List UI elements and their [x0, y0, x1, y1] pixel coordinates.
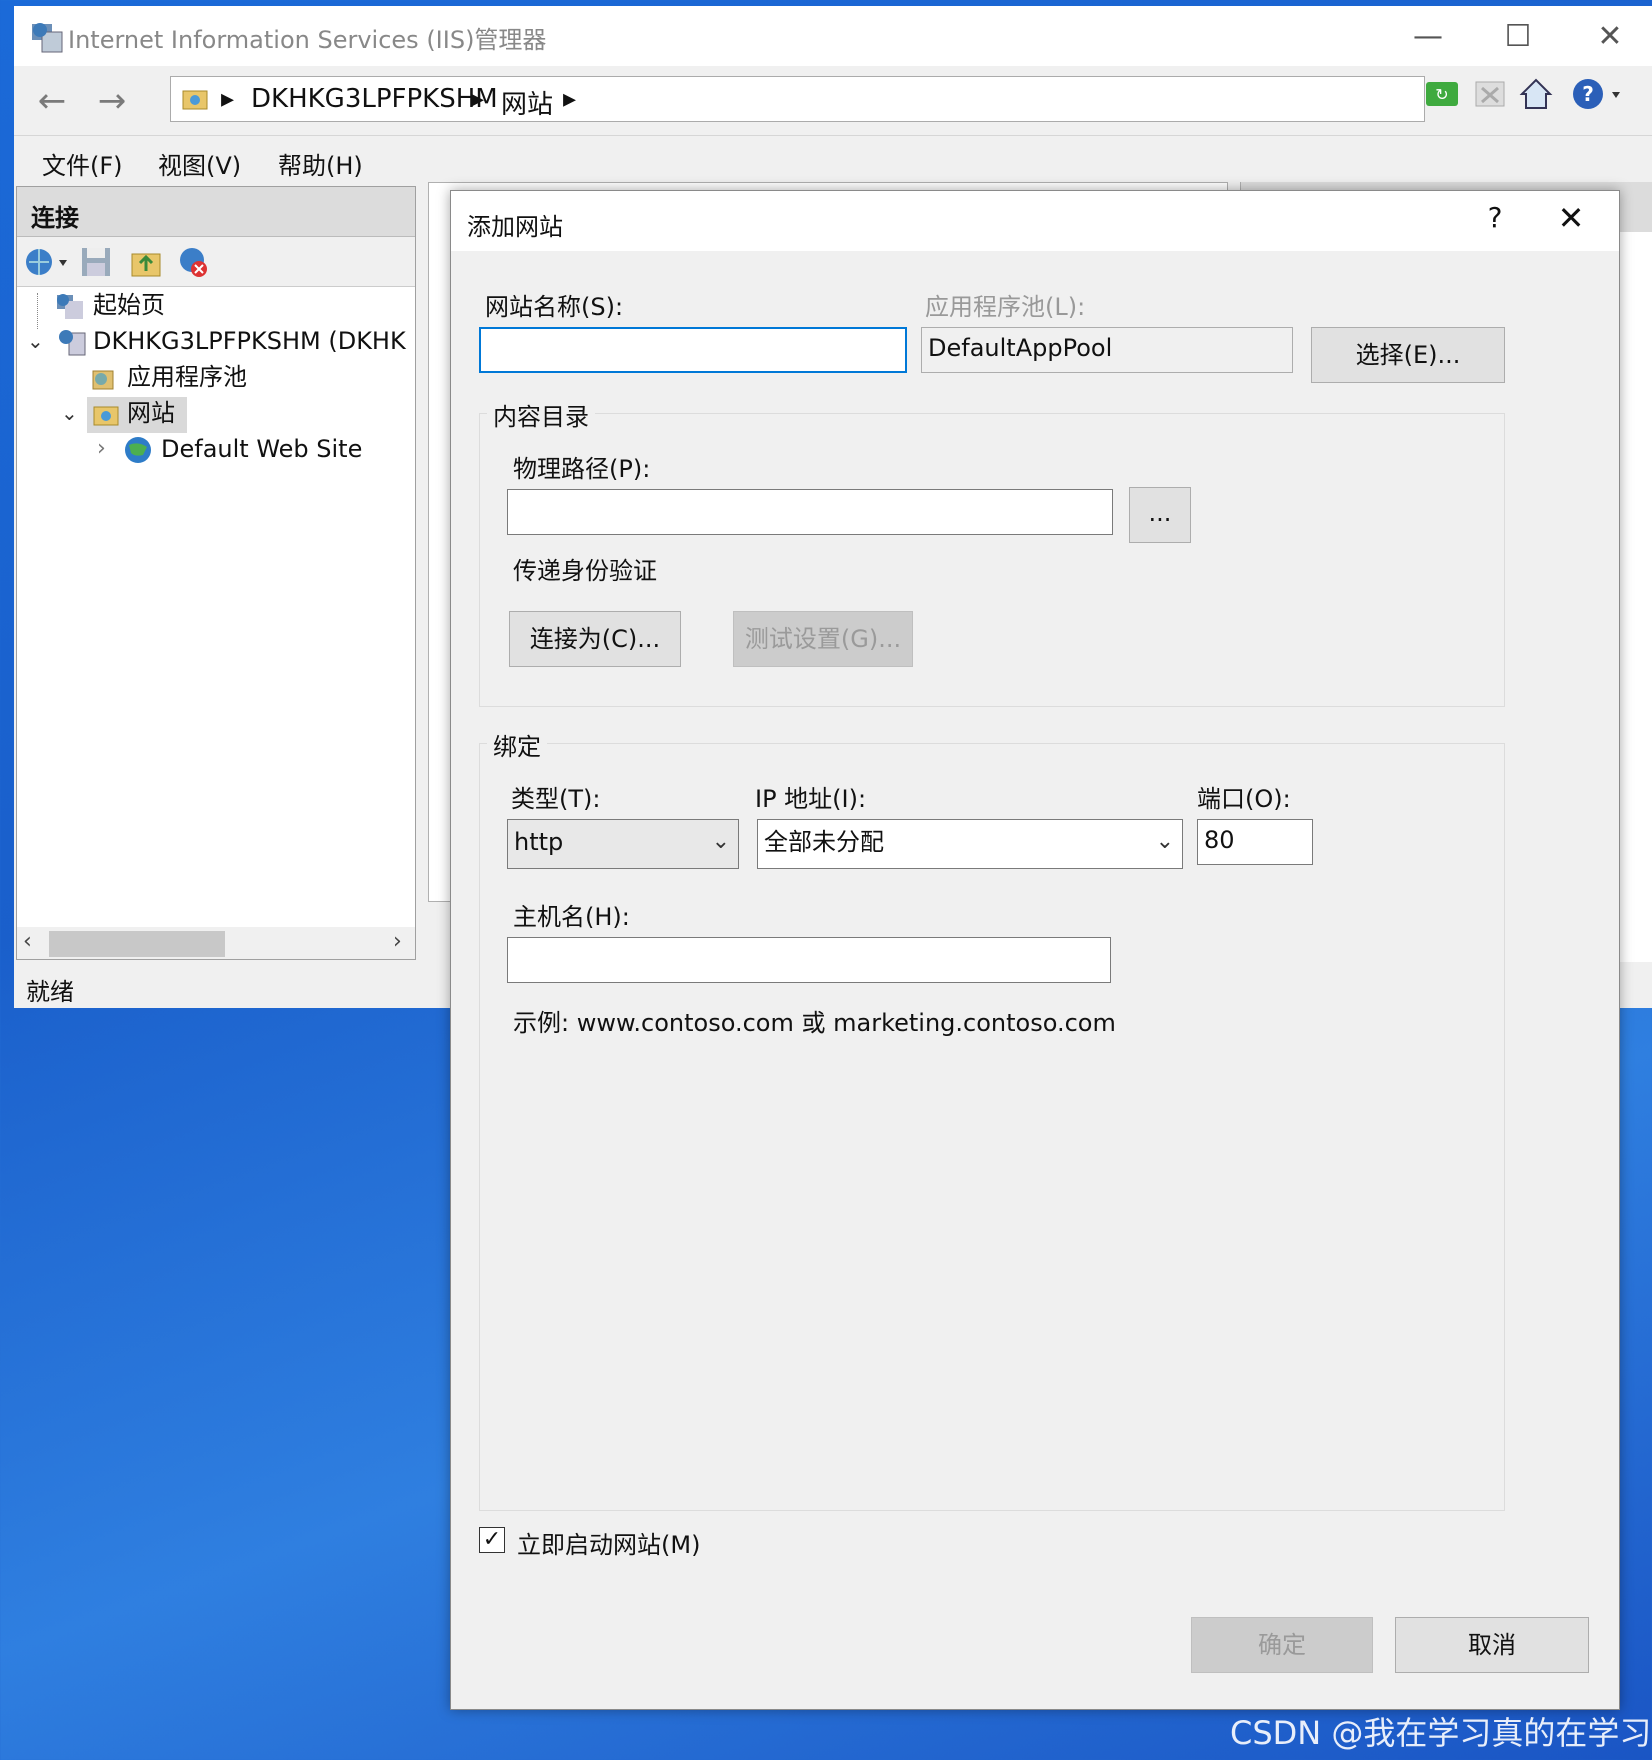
binding-title: 绑定 [487, 727, 547, 762]
pass-auth-label: 传递身份验证 [513, 557, 657, 585]
chevron-down-icon: ⌄ [1155, 829, 1174, 854]
breadcrumb-separator: ▸ [221, 84, 235, 114]
address-bar[interactable]: ▸ DKHKG3LPFPKSHM ▸ 网站 ▸ [170, 76, 1425, 122]
app-pool-field: DefaultAppPool [921, 327, 1293, 373]
host-example-text: 示例: www.contoso.com 或 marketing.contoso.… [513, 1009, 1116, 1037]
select-app-pool-button[interactable]: 选择(E)... [1311, 327, 1505, 383]
breadcrumb-sites[interactable]: 网站 [501, 84, 553, 121]
refresh-icon[interactable]: ↻ [1424, 76, 1464, 116]
ip-address-label: IP 地址(I): [755, 785, 867, 813]
breadcrumb-separator: ▸ [563, 84, 577, 114]
dialog-title: 添加网站 [467, 213, 563, 241]
scroll-left-icon[interactable]: ‹ [23, 929, 32, 954]
start-page-icon [55, 291, 85, 321]
cancel-button[interactable]: 取消 [1395, 1617, 1589, 1673]
connections-header: 连接 [17, 187, 415, 237]
host-name-label: 主机名(H): [513, 903, 630, 931]
expand-chevron-icon[interactable]: ⌄ [27, 323, 44, 359]
svg-text:?: ? [1582, 82, 1594, 106]
up-folder-icon[interactable] [129, 245, 163, 279]
home-icon[interactable] [1518, 76, 1558, 116]
maximize-button[interactable]: ☐ [1488, 14, 1548, 60]
scrollbar-thumb[interactable] [49, 931, 225, 957]
menu-file[interactable]: 文件(F) [42, 146, 123, 181]
watermark-text: CSDN @我在学习真的在学习 [1230, 1714, 1652, 1752]
ip-address-select[interactable]: 全部未分配 ⌄ [757, 819, 1183, 869]
connections-toolbar [17, 237, 415, 287]
tree-item-app-pools[interactable]: 应用程序池 [127, 359, 247, 395]
menu-help[interactable]: 帮助(H) [278, 146, 363, 181]
back-button[interactable]: ← [30, 82, 74, 122]
navigation-bar: ← → ▸ DKHKG3LPFPKSHM ▸ 网站 ▸ ↻ ? [14, 66, 1652, 136]
port-label: 端口(O): [1197, 785, 1291, 813]
tree-item-start-page[interactable]: 起始页 [93, 287, 165, 323]
website-globe-icon [123, 435, 153, 465]
connect-globe-icon[interactable] [23, 245, 69, 279]
sites-folder-icon [181, 85, 209, 113]
site-name-input[interactable] [479, 327, 907, 373]
test-settings-button[interactable]: 测试设置(G)... [733, 611, 913, 667]
iis-app-icon [30, 20, 64, 54]
type-value: http [514, 828, 564, 856]
window-title: Internet Information Services (IIS)管理器 [68, 26, 547, 54]
menu-view[interactable]: 视图(V) [158, 146, 241, 181]
start-site-checkbox[interactable]: ✓ [479, 1527, 505, 1553]
connections-title: 连接 [31, 204, 79, 232]
disconnect-icon[interactable] [177, 245, 211, 279]
physical-path-input[interactable] [507, 489, 1113, 535]
scroll-right-icon[interactable]: › [393, 929, 402, 954]
connect-as-button[interactable]: 连接为(C)... [509, 611, 681, 667]
dialog-title-bar: 添加网站 ? ✕ [451, 191, 1619, 251]
dialog-close-button[interactable]: ✕ [1549, 199, 1593, 237]
breadcrumb-separator: ▸ [471, 84, 485, 114]
expand-chevron-icon[interactable]: ⌄ [61, 395, 78, 431]
forward-button[interactable]: → [90, 82, 134, 122]
chevron-down-icon: ⌄ [711, 829, 730, 854]
browse-path-button[interactable]: ... [1129, 487, 1191, 543]
title-bar: Internet Information Services (IIS)管理器 —… [14, 6, 1652, 66]
dialog-help-button[interactable]: ? [1475, 201, 1515, 234]
tree-item-server[interactable]: DKHKG3LPFPKSHM (DKHK [93, 323, 406, 359]
host-name-input[interactable] [507, 937, 1111, 983]
app-pool-label: 应用程序池(L): [925, 293, 1086, 321]
ok-button[interactable]: 确定 [1191, 1617, 1373, 1673]
breadcrumb-server[interactable]: DKHKG3LPFPKSHM [251, 84, 498, 114]
collapse-chevron-icon[interactable]: › [97, 431, 106, 467]
status-text: 就绪 [26, 978, 74, 1006]
type-label: 类型(T): [511, 785, 601, 813]
svg-text:↻: ↻ [1435, 85, 1448, 104]
server-icon [57, 327, 87, 357]
app-pool-icon [87, 363, 117, 393]
close-window-button[interactable]: ✕ [1580, 14, 1640, 60]
ip-address-value: 全部未分配 [764, 828, 884, 856]
tree-item-default-web-site[interactable]: Default Web Site [161, 431, 362, 467]
help-icon[interactable]: ? [1570, 76, 1630, 116]
physical-path-label: 物理路径(P): [513, 455, 651, 483]
horizontal-scrollbar[interactable]: ‹ › [17, 927, 415, 959]
connections-panel: 连接 起始页 ⌄ DKHKG3LPFPKSHM (DKHK 应用程序池 ⌄ 网站… [16, 186, 416, 960]
minimize-button[interactable]: — [1398, 14, 1458, 60]
type-select[interactable]: http ⌄ [507, 819, 739, 869]
save-icon[interactable] [79, 245, 113, 279]
start-site-label: 立即启动网站(M) [517, 1531, 701, 1559]
tree-item-sites[interactable]: 网站 [127, 395, 175, 431]
add-website-dialog: 添加网站 ? ✕ 网站名称(S): 应用程序池(L): DefaultAppPo… [450, 190, 1620, 1710]
sites-folder-icon [91, 399, 121, 429]
port-input[interactable]: 80 [1197, 819, 1313, 865]
stop-icon[interactable] [1472, 76, 1512, 116]
site-name-label: 网站名称(S): [485, 293, 624, 321]
content-directory-title: 内容目录 [487, 397, 595, 432]
